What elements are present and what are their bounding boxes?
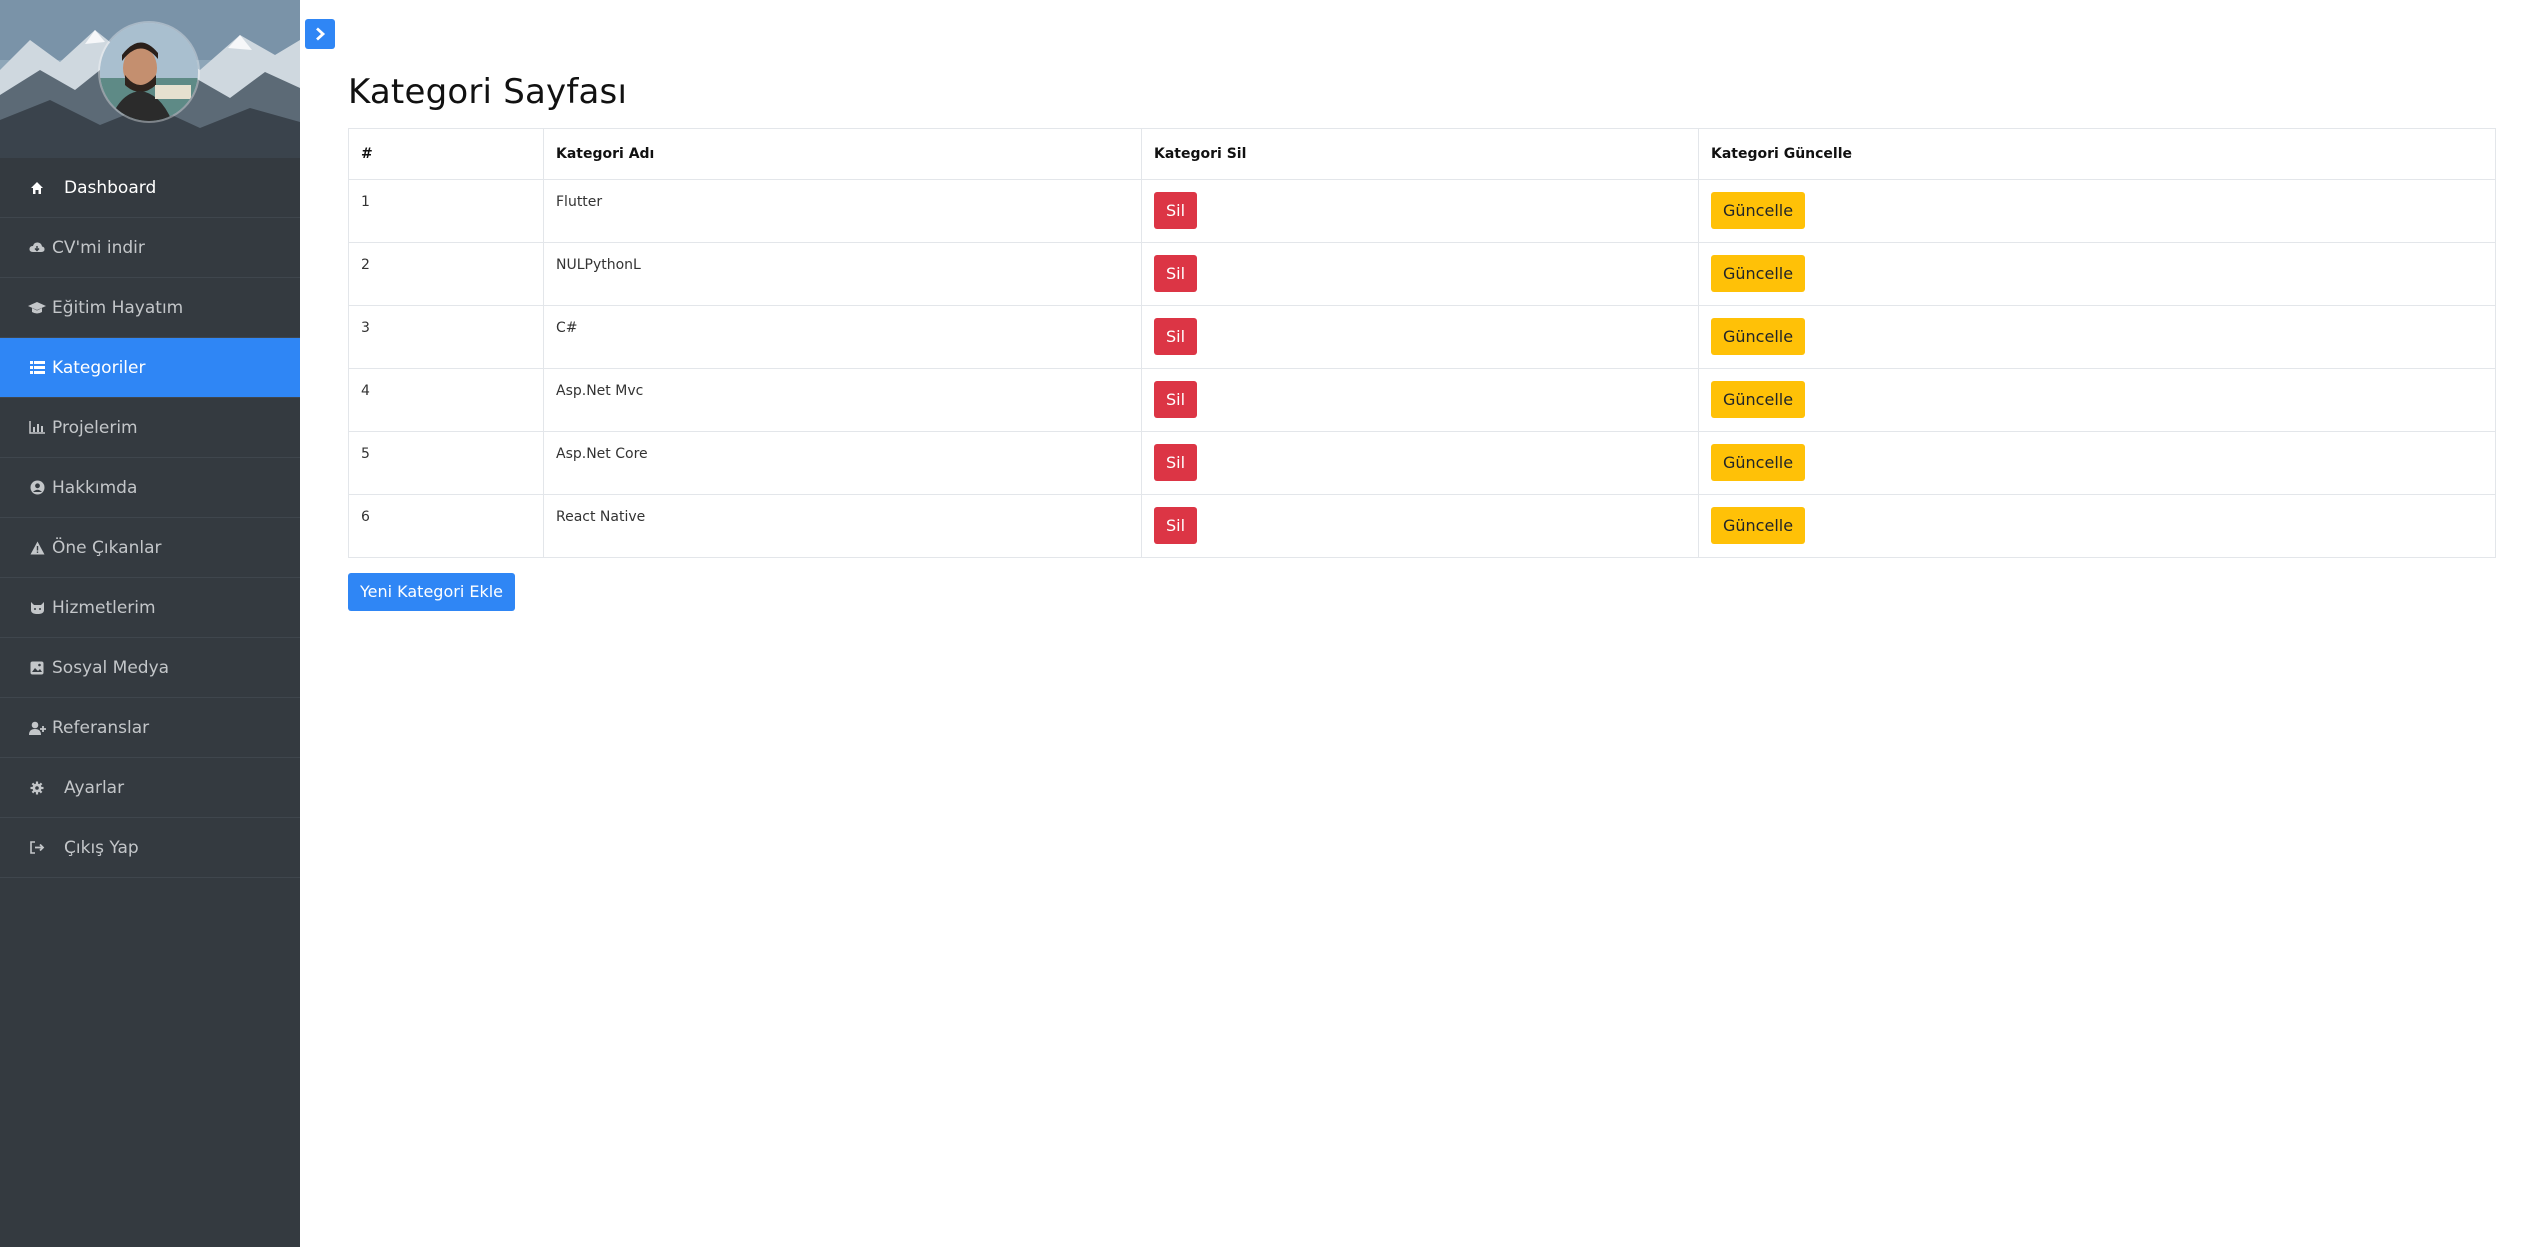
row-id: 3: [348, 305, 544, 369]
cat-icon: [28, 599, 46, 617]
avatar: [100, 23, 198, 121]
table-row: 1 Flutter Sil Güncelle: [348, 179, 2496, 243]
image-icon: [28, 659, 46, 677]
category-name: Asp.Net Core: [543, 431, 1142, 495]
sidebar-item-label: Hakkımda: [52, 477, 138, 498]
category-name: Asp.Net Mvc: [543, 368, 1142, 432]
sidebar-item-egitim[interactable]: Eğitim Hayatım: [0, 278, 300, 338]
sidebar-item-referanslar[interactable]: Referanslar: [0, 698, 300, 758]
sidebar-item-one-cikanlar[interactable]: Öne Çıkanlar: [0, 518, 300, 578]
sidebar-item-cv-download[interactable]: CV'mi indir: [0, 218, 300, 278]
sidebar-item-label: Dashboard: [64, 177, 157, 198]
sidebar-item-cikis-yap[interactable]: Çıkış Yap: [0, 818, 300, 878]
sidebar-header-banner: [0, 0, 300, 158]
sidebar-item-label: Projelerim: [52, 417, 138, 438]
sidebar-item-hakkimda[interactable]: Hakkımda: [0, 458, 300, 518]
table-row: 4 Asp.Net Mvc Sil Güncelle: [348, 368, 2496, 432]
row-id: 4: [348, 368, 544, 432]
cloud-download-icon: [28, 239, 46, 257]
table-row: 5 Asp.Net Core Sil Güncelle: [348, 431, 2496, 495]
column-header-number: #: [348, 128, 544, 180]
list-icon: [28, 359, 46, 377]
sidebar-item-label: Kategoriler: [52, 357, 146, 378]
table-row: 6 React Native Sil Güncelle: [348, 494, 2496, 558]
category-table: # Kategori Adı Kategori Sil Kategori Gün…: [348, 128, 2496, 558]
category-name: NULPythonL: [543, 242, 1142, 306]
sidebar-toggle-button[interactable]: [305, 19, 335, 49]
sidebar-item-hizmetlerim[interactable]: Hizmetlerim: [0, 578, 300, 638]
column-header-delete: Kategori Sil: [1141, 128, 1699, 180]
update-button[interactable]: Güncelle: [1711, 255, 1806, 292]
table-row: 3 C# Sil Güncelle: [348, 305, 2496, 369]
row-id: 1: [348, 179, 544, 243]
delete-button[interactable]: Sil: [1154, 318, 1198, 355]
delete-button[interactable]: Sil: [1154, 444, 1198, 481]
delete-button[interactable]: Sil: [1154, 507, 1198, 544]
update-button[interactable]: Güncelle: [1711, 318, 1806, 355]
table-header-row: # Kategori Adı Kategori Sil Kategori Gün…: [348, 128, 2496, 180]
sidebar-item-label: Çıkış Yap: [64, 837, 139, 858]
sidebar-nav: Dashboard CV'mi indir Eğitim Hayatım Kat…: [0, 158, 300, 878]
delete-button[interactable]: Sil: [1154, 255, 1198, 292]
update-button[interactable]: Güncelle: [1711, 507, 1806, 544]
row-id: 5: [348, 431, 544, 495]
sidebar-item-ayarlar[interactable]: Ayarlar: [0, 758, 300, 818]
user-circle-icon: [28, 479, 46, 497]
sidebar-item-sosyal-medya[interactable]: Sosyal Medya: [0, 638, 300, 698]
delete-button[interactable]: Sil: [1154, 381, 1198, 418]
category-name: React Native: [543, 494, 1142, 558]
update-button[interactable]: Güncelle: [1711, 444, 1806, 481]
graduation-cap-icon: [28, 299, 46, 317]
bar-chart-icon: [28, 419, 46, 437]
page-title: Kategori Sayfası: [348, 72, 628, 112]
update-button[interactable]: Güncelle: [1711, 381, 1806, 418]
sidebar-item-dashboard[interactable]: Dashboard: [0, 158, 300, 218]
category-name: C#: [543, 305, 1142, 369]
sidebar-item-label: Ayarlar: [64, 777, 125, 798]
delete-button[interactable]: Sil: [1154, 192, 1198, 229]
table-row: 2 NULPythonL Sil Güncelle: [348, 242, 2496, 306]
home-icon: [28, 179, 46, 197]
category-name: Flutter: [543, 179, 1142, 243]
column-header-update: Kategori Güncelle: [1698, 128, 2496, 180]
add-category-button[interactable]: Yeni Kategori Ekle: [348, 573, 516, 611]
update-button[interactable]: Güncelle: [1711, 192, 1806, 229]
gear-icon: [28, 779, 46, 797]
sidebar-item-label: CV'mi indir: [52, 237, 145, 258]
warning-icon: [28, 539, 46, 557]
sidebar-item-label: Eğitim Hayatım: [52, 297, 184, 318]
user-plus-icon: [28, 719, 46, 737]
column-header-name: Kategori Adı: [543, 128, 1142, 180]
row-id: 2: [348, 242, 544, 306]
sidebar-item-projelerim[interactable]: Projelerim: [0, 398, 300, 458]
sidebar-item-kategoriler[interactable]: Kategoriler: [0, 338, 300, 398]
sidebar-item-label: Öne Çıkanlar: [52, 537, 162, 558]
sidebar-item-label: Sosyal Medya: [52, 657, 170, 678]
sidebar-item-label: Referanslar: [52, 717, 150, 738]
sidebar: Dashboard CV'mi indir Eğitim Hayatım Kat…: [0, 0, 300, 1247]
chevron-right-icon: [316, 27, 326, 41]
sidebar-item-label: Hizmetlerim: [52, 597, 156, 618]
sign-out-icon: [28, 839, 46, 857]
row-id: 6: [348, 494, 544, 558]
